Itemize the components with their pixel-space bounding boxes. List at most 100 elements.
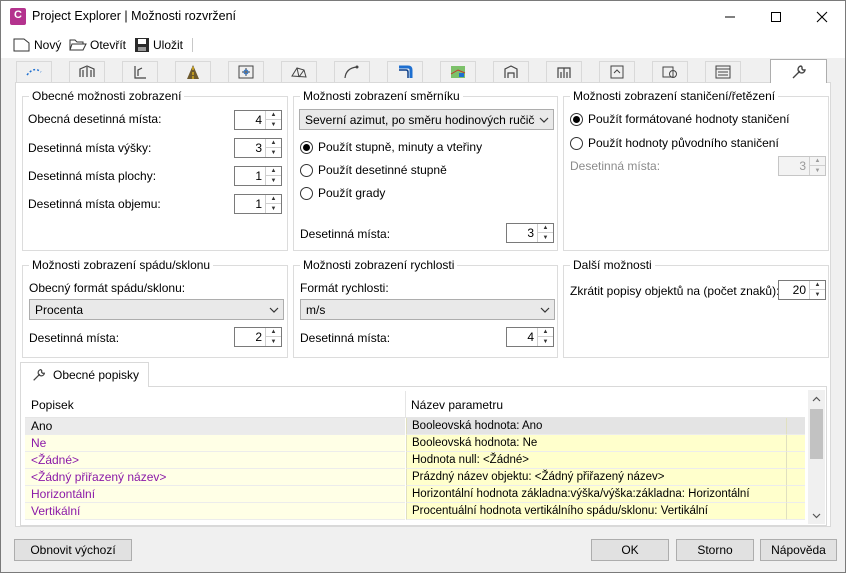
table-row[interactable]: Vertikální Procentuální hodnota vertikál… [25,503,805,520]
grid-column-separator[interactable] [405,391,406,418]
spin-up-icon[interactable]: ▲ [266,111,281,120]
bearing-options-title: Možnosti zobrazení směrníku [300,89,463,103]
grid-cell-extra [786,435,805,452]
grid-cell-label[interactable]: Vertikální [25,503,405,520]
spin-down-icon[interactable]: ▼ [266,120,281,129]
grid-cell-label[interactable]: Horizontální [25,486,405,503]
grid-cell-param: Prázdný název objektu: <Žádný přiřazený … [406,469,786,486]
tab-parcel[interactable] [440,61,476,82]
profile-icon [134,66,146,79]
spin-up-icon[interactable]: ▲ [538,224,553,233]
scroll-thumb[interactable] [810,409,823,459]
elevation-decimal-spinner[interactable]: 3 ▲ ▼ [234,138,282,158]
truncate-value: 20 [792,283,806,297]
tab-pipe-network[interactable] [387,61,423,82]
volume-decimal-spinner[interactable]: 1 ▲ ▼ [234,194,282,214]
tab-road[interactable] [175,61,211,82]
tab-general-labels[interactable]: Obecné popisky [20,362,149,387]
tab-bridge[interactable] [69,61,105,82]
radio-grads[interactable]: Použít grady [300,186,385,200]
truncate-spinner[interactable]: 20 ▲ ▼ [778,280,826,300]
speed-decimal-spinner[interactable]: 4 ▲ ▼ [506,327,554,347]
grid-scrollbar[interactable] [808,390,825,524]
maximize-button[interactable] [753,1,799,32]
general-decimal-spinner[interactable]: 4 ▲ ▼ [234,110,282,130]
tab-surface[interactable] [281,61,317,82]
grid-cell-label[interactable]: Ne [25,435,405,452]
ok-button[interactable]: OK [591,539,669,561]
close-button[interactable] [799,1,845,32]
tab-general[interactable] [770,59,827,83]
radio-raw-station[interactable]: Použít hodnoty původního staničení [570,136,779,150]
station-options-group: Možnosti zobrazení staničení/řetězení Po… [563,89,829,251]
area-decimal-spinner[interactable]: 1 ▲ ▼ [234,166,282,186]
reset-defaults-button[interactable]: Obnovit výchozí [14,539,132,561]
alignment-dotted-icon [26,68,42,76]
assembly-icon [504,65,518,78]
open-button[interactable]: Otevřít [69,36,126,54]
spin-down-icon[interactable]: ▼ [266,337,281,346]
save-disk-icon [135,38,149,52]
table-row[interactable]: Horizontální Horizontální hodnota základ… [25,486,805,503]
grid-header-param[interactable]: Název parametru [411,398,503,412]
pipe-network-icon [399,65,413,78]
slope-format-label: Obecný formát spádu/sklonu: [29,281,186,295]
slope-decimal-spinner[interactable]: 2 ▲ ▼ [234,327,282,347]
bearing-format-combo[interactable]: Severní azimut, po směru hodinových ruči… [299,109,554,130]
radio-formatted-station[interactable]: Použít formátované hodnoty staničení [570,112,789,126]
tab-view-frame[interactable] [652,61,688,82]
tab-section[interactable] [599,61,635,82]
grid-cell-label[interactable]: <Žádný přiřazený název> [25,469,405,486]
slope-format-combo[interactable]: Procenta [29,299,284,320]
spin-down-icon[interactable]: ▼ [266,148,281,157]
cancel-button[interactable]: Storno [676,539,754,561]
grid-cell-label[interactable]: <Žádné> [25,452,405,469]
spin-up-icon[interactable]: ▲ [266,328,281,337]
station-options-title: Možnosti zobrazení staničení/řetězení [570,89,779,103]
tab-subassembly[interactable] [546,61,582,82]
spin-up-icon[interactable]: ▲ [266,167,281,176]
radio-formatted-station-circle[interactable] [570,112,583,126]
spin-down-icon[interactable]: ▼ [538,337,553,346]
save-button[interactable]: Uložit [134,36,183,54]
spin-up-icon[interactable]: ▲ [266,195,281,204]
chevron-down-icon [535,110,553,129]
scroll-up-icon[interactable] [808,390,825,407]
radio-grads-circle[interactable] [300,186,313,200]
radio-decimal-degrees[interactable]: Použít desetinné stupně [300,163,447,177]
new-file-icon [13,38,30,52]
radio-dms-circle[interactable] [300,140,313,154]
tab-assembly[interactable] [493,61,529,82]
spin-down-icon[interactable]: ▼ [266,176,281,185]
minimize-button[interactable] [707,1,753,32]
speed-format-combo[interactable]: m/s [300,299,555,320]
spin-up-icon[interactable]: ▲ [266,139,281,148]
scroll-down-icon[interactable] [808,507,825,524]
tab-sample-line[interactable] [228,61,264,82]
radio-raw-station-circle[interactable] [570,136,583,150]
tab-profile[interactable] [122,61,158,82]
tab-table[interactable] [705,61,741,82]
grid-header-label[interactable]: Popisek [31,398,74,412]
spin-down-icon[interactable]: ▼ [266,204,281,213]
tab-curve[interactable] [334,61,370,82]
radio-dms[interactable]: Použít stupně, minuty a vteřiny [300,140,482,154]
grid-cell-label[interactable]: Ano [25,418,405,435]
radio-decimal-degrees-circle[interactable] [300,163,313,177]
grid-cell-param: Horizontální hodnota základna:výška/výšk… [406,486,786,503]
spin-down-icon[interactable]: ▼ [538,233,553,242]
spin-up-icon[interactable]: ▲ [538,328,553,337]
table-row[interactable]: <Žádný přiřazený název> Prázdný název ob… [25,469,805,486]
table-row[interactable]: Ne Booleovská hodnota: Ne [25,435,805,452]
new-button[interactable]: Nový [13,36,61,54]
radio-dms-label: Použít stupně, minuty a vteřiny [318,140,483,154]
table-row[interactable]: <Žádné> Hodnota null: <Žádné> [25,452,805,469]
help-button[interactable]: Nápověda [760,539,837,561]
spin-down-icon[interactable]: ▼ [810,290,825,299]
bearing-decimal-spinner[interactable]: 3 ▲ ▼ [506,223,554,243]
parcel-icon [450,66,466,78]
spin-up-icon[interactable]: ▲ [810,281,825,290]
table-row[interactable]: Ano Booleovská hodnota: Ano [25,418,805,435]
radio-formatted-station-label: Použít formátované hodnoty staničení [588,112,790,126]
tab-alignment[interactable] [16,61,52,82]
